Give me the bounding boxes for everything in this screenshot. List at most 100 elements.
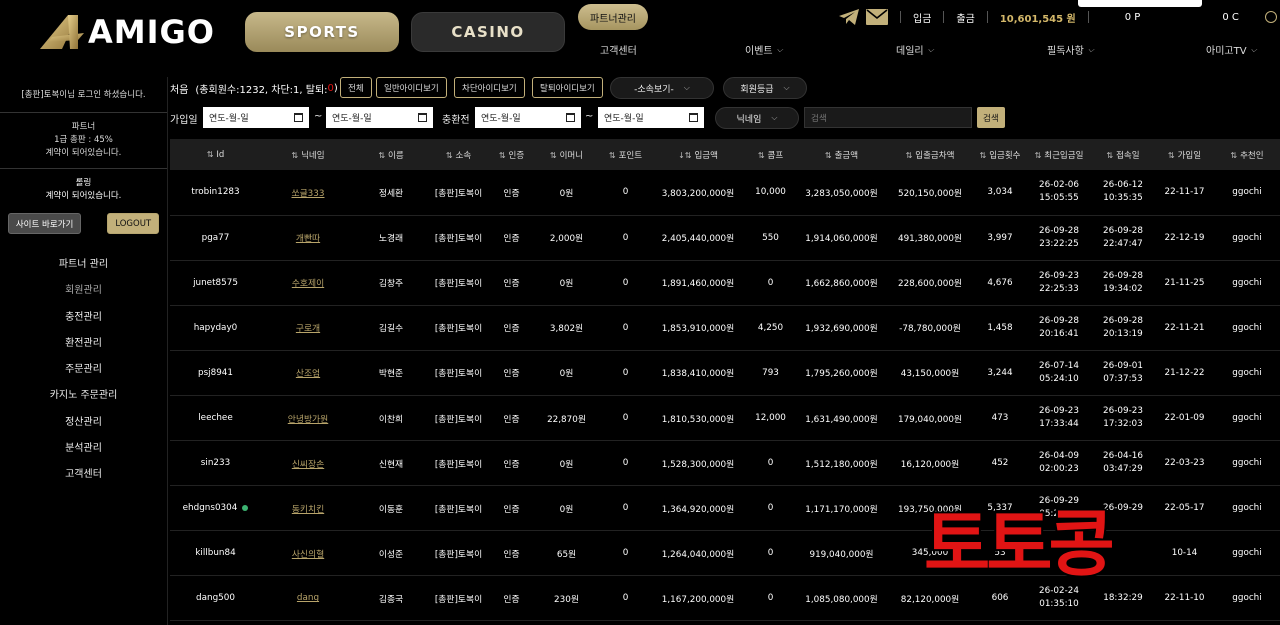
table-row[interactable]: sin233 신씨장손 신현재 [총판]토복이 인증 0원 0 1,528,300,000원 0…: [170, 441, 1280, 486]
search-button[interactable]: 검색: [977, 107, 1005, 128]
column-header[interactable]: ⇅ 이머니: [533, 139, 600, 170]
member-withdraw-text: 1,932,690,000원: [805, 324, 878, 335]
telegram-icon[interactable]: [838, 8, 860, 26]
member-join-date: 22-12-19: [1155, 215, 1214, 260]
exchange-date-from-input[interactable]: 연도-월-일: [475, 107, 581, 128]
member-nickname[interactable]: 사신의혈: [261, 531, 355, 576]
filter-blocked-button[interactable]: 차단아이디보기: [454, 77, 525, 98]
deposit-link[interactable]: 입금: [913, 10, 931, 25]
member-recent-deposit-time: 20:16:41: [1039, 328, 1079, 339]
column-header[interactable]: ⇅ 입금횟수: [973, 139, 1027, 170]
calendar-icon[interactable]: [418, 113, 427, 122]
table-body: trobin1283 쏘글333 정세환 [총판]토복이 인증 0원 0 3,803,200,…: [170, 170, 1280, 621]
member-affiliation: [총판]토복이: [427, 215, 490, 260]
member-nickname[interactable]: 안녕방가원: [261, 395, 355, 440]
column-header[interactable]: ⇅ 접속일: [1091, 139, 1155, 170]
chevron-down-icon: ⌵: [776, 44, 783, 54]
member-nickname[interactable]: dang: [261, 576, 355, 621]
member-deposit-count-text: 4,676: [987, 277, 1013, 288]
member-id-text: psj8941: [198, 367, 233, 378]
table-row[interactable]: junet8575 수호제이 김창주 [총판]토복이 인증 0원 0 1,891,460,00…: [170, 260, 1280, 306]
join-date-from-input[interactable]: 연도-월-일: [203, 107, 309, 128]
filter-normal-button[interactable]: 일반아이디보기: [376, 77, 447, 98]
member-nickname[interactable]: 개빤따: [261, 215, 355, 260]
filter-withdrawn-button[interactable]: 탈퇴아이디보기: [532, 77, 603, 98]
member-nickname-text: 신씨장손: [291, 459, 325, 470]
member-comp-text: 0: [767, 548, 774, 559]
summary-first[interactable]: 처음: [170, 81, 188, 96]
member-nickname[interactable]: 수호제이: [261, 260, 355, 305]
member-join-date: 10-14: [1155, 531, 1214, 576]
nav-daily[interactable]: 데일리 ⌵: [896, 42, 934, 58]
column-header[interactable]: ⇅ Id: [170, 139, 261, 170]
table-row[interactable]: psj8941 산조엄 박현준 [총판]토복이 인증 0원 0 1,838,410,000원 7…: [170, 350, 1280, 396]
member-nickname[interactable]: 산조엄: [261, 350, 355, 395]
member-name: 박현준: [355, 350, 427, 395]
exchange-date-to-input[interactable]: 연도-월-일: [598, 107, 704, 128]
column-header[interactable]: ⇅ 입출금차액: [887, 139, 973, 170]
member-nickname[interactable]: 구로개: [261, 305, 355, 350]
member-grade-select[interactable]: 회원등급 ⌵: [723, 77, 807, 99]
mail-icon[interactable]: [866, 9, 888, 25]
filter-all-button[interactable]: 전체: [340, 77, 372, 98]
table-row[interactable]: leechee 안녕방가원 이찬희 [총판]토복이 인증 22,870원 0 1,810,53…: [170, 395, 1280, 441]
sidebar-item-casino-orders[interactable]: 카지노 주문관리: [0, 383, 167, 409]
go-to-site-button[interactable]: 사이트 바로가기: [7, 213, 82, 234]
sort-icon: ⇅: [1230, 150, 1238, 160]
table-row[interactable]: killbun84 사신의혈 이성준 [총판]토복이 인증 65원 0 1,264,040,0…: [170, 531, 1280, 576]
column-header[interactable]: ↓⇅ 입금액: [651, 139, 745, 170]
divider: [986, 11, 988, 23]
table-row[interactable]: hapyday0 구로개 김길수 [총판]토복이 인증 3,802원 0 1,853,910,…: [170, 305, 1280, 351]
nav-events[interactable]: 이벤트 ⌵: [745, 42, 783, 58]
table-row[interactable]: dang500 dang 김종국 [총판]토복이 인증 230원 0 1,167,200,00…: [170, 576, 1280, 621]
table-row[interactable]: ehdgns0304 동키치킨 이동훈 [총판]토복이 인증 0원 0 1,364,920,0…: [170, 486, 1280, 531]
nav-notices[interactable]: 필독사항 ⌵: [1047, 42, 1094, 58]
partner-admin-button[interactable]: 파트너관리: [578, 4, 648, 30]
member-id: dang500: [170, 576, 261, 621]
member-diff-text: 16,120,000원: [900, 459, 960, 470]
sidebar-item-exchange[interactable]: 환전관리: [0, 331, 167, 357]
column-header[interactable]: ⇅ 추천인: [1214, 139, 1280, 170]
logout-button[interactable]: LOGOUT: [107, 213, 160, 234]
sidebar-item-partner[interactable]: 파트너 관리: [0, 252, 167, 278]
column-header[interactable]: ⇅ 출금액: [796, 139, 887, 170]
column-header[interactable]: ⇅ 콤프: [745, 139, 796, 170]
affiliation-select[interactable]: -소속보기- ⌵: [610, 77, 714, 99]
search-field-select[interactable]: 닉네임 ⌵: [715, 107, 799, 129]
nav-amigo-tv[interactable]: 아미고TV ⌵: [1206, 42, 1257, 58]
member-auth-text: 인증: [503, 369, 520, 380]
sidebar-item-support[interactable]: 고객센터: [0, 462, 167, 488]
member-nickname[interactable]: 신씨장손: [261, 441, 355, 486]
table-row[interactable]: pga77 개빤따 노경래 [총판]토복이 인증 2,000원 0 2,405,440,000…: [170, 215, 1280, 261]
member-nickname[interactable]: 쏘글333: [261, 170, 355, 215]
calendar-icon[interactable]: [566, 113, 575, 122]
sidebar-item-settlement[interactable]: 정산관리: [0, 410, 167, 436]
join-date-to-input[interactable]: 연도-월-일: [326, 107, 433, 128]
balance-amount: 10,601,545 원: [999, 13, 1076, 25]
member-withdraw-text: 1,662,860,000원: [805, 279, 878, 290]
sidebar-item-members[interactable]: 회원관리: [0, 278, 167, 304]
column-header[interactable]: ⇅ 포인트: [600, 139, 651, 170]
column-header[interactable]: ⇅ 이름: [355, 139, 427, 170]
member-join-date-text: 22-11-17: [1164, 187, 1205, 198]
member-name-text: 이동훈: [378, 504, 404, 515]
nav-customer-center[interactable]: 고객센터: [600, 42, 637, 57]
withdraw-link[interactable]: 출금: [956, 10, 974, 25]
calendar-icon[interactable]: [294, 113, 303, 122]
search-input[interactable]: 검색: [804, 107, 972, 128]
calendar-icon[interactable]: [689, 113, 698, 122]
column-header[interactable]: ⇅ 소속: [427, 139, 490, 170]
sidebar-item-charge[interactable]: 충전관리: [0, 305, 167, 331]
column-header[interactable]: ⇅ 인증: [490, 139, 533, 170]
member-point-text: 0: [622, 503, 629, 514]
table-row[interactable]: trobin1283 쏘글333 정세환 [총판]토복이 인증 0원 0 3,803,200,…: [170, 170, 1280, 216]
column-header[interactable]: ⇅ 닉네임: [261, 139, 355, 170]
column-header[interactable]: ⇅ 최근입금일: [1027, 139, 1091, 170]
member-join-date-text: 21-11-25: [1164, 277, 1205, 288]
sidebar-item-analysis[interactable]: 분석관리: [0, 436, 167, 462]
column-header[interactable]: ⇅ 가입일: [1155, 139, 1214, 170]
member-affiliation-text: [총판]토복이: [434, 369, 483, 380]
member-diff-text: 228,600,000원: [897, 279, 963, 290]
sidebar-item-orders[interactable]: 주문관리: [0, 357, 167, 383]
member-nickname[interactable]: 동키치킨: [261, 486, 355, 531]
